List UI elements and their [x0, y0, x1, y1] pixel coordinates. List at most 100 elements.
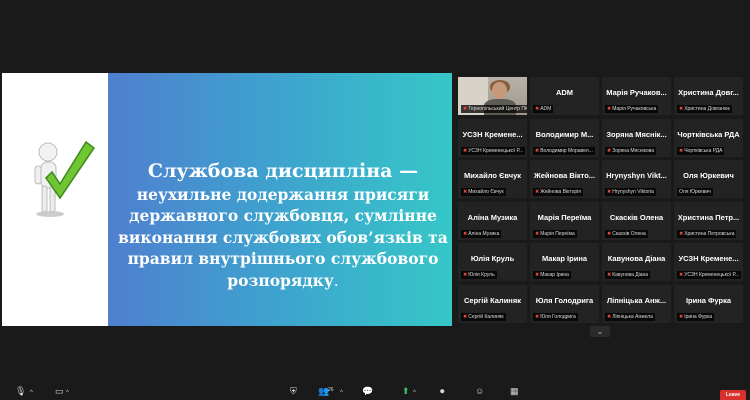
participant-name-label: ✖ Христина Довганюк — [677, 105, 732, 113]
participant-tile[interactable]: Юля Голодрига ✖ Юля Голодрига — [530, 284, 599, 323]
participant-display-name: Юля Голодрига — [535, 295, 594, 305]
participant-name-label: ✖ УСЗН Кременецької Р... — [677, 271, 742, 279]
mic-muted-icon: ✖ — [463, 147, 468, 154]
participant-tile[interactable]: ✖ Тернопільський Центр ПК — [458, 77, 527, 115]
participant-tile[interactable]: Макар Ірина ✖ Макар Ірина — [530, 243, 599, 281]
shared-slide: Службова дисципліна — неухильне додержан… — [2, 73, 452, 326]
participant-tile[interactable]: Чортківська РДА ✖ Чортківська РДА — [674, 118, 743, 157]
participant-tile[interactable]: Христина Петр... ✖ Христина Петровська — [674, 201, 743, 240]
participant-name-label: ✖ Тернопільський Центр ПК — [461, 105, 527, 113]
mic-muted-icon: ✖ — [463, 230, 468, 237]
participant-tile[interactable]: Сергій Калиняк ✖ Сергій Калиняк — [458, 284, 527, 323]
participant-display-name: Марія Переїма — [537, 212, 592, 222]
microphone-muted-icon[interactable]: 🎙 — [15, 386, 26, 396]
video-options-chevron-icon[interactable]: ^ — [66, 388, 69, 398]
participant-display-name: Hrynyshyn Vikt... — [606, 171, 667, 180]
participant-tile[interactable]: УСЗН Кремене... ✖ УСЗН Кременецької Р... — [458, 118, 527, 157]
participant-name-label: ✖ Володимир Моравел... — [533, 146, 595, 155]
participant-display-name: Зоряна Мяснік... — [606, 129, 667, 139]
share-screen-icon[interactable]: ⬆ — [402, 386, 410, 396]
participant-tile[interactable]: Марія Переїма ✖ Марія Переїма — [530, 201, 599, 240]
share-options-chevron-icon[interactable]: ^ — [413, 388, 416, 398]
participant-display-name: УСЗН Кремене... — [678, 254, 739, 263]
audio-options-chevron-icon[interactable]: ^ — [30, 388, 33, 398]
mic-muted-icon: ✖ — [535, 230, 540, 237]
participant-display-name: Аліна Музика — [467, 212, 518, 222]
participant-display-name: Володимир М... — [535, 129, 594, 139]
mic-muted-icon: ✖ — [535, 189, 540, 195]
participant-display-name: Жейнова Вікто... — [533, 171, 596, 180]
apps-icon[interactable]: ▦ — [510, 386, 519, 396]
checkmark-person-illustration — [34, 140, 96, 217]
chat-icon[interactable]: 💬 — [362, 386, 373, 396]
participant-display-name: Макар Ірина — [541, 254, 588, 263]
participant-name-label: ✖ Христина Петровська — [677, 229, 737, 238]
mic-muted-icon: ✖ — [607, 147, 612, 154]
participant-name-label: ✖ Марія Ручаковська — [605, 105, 659, 113]
leave-button[interactable]: Leave — [720, 390, 746, 400]
gallery-next-page-button[interactable]: ⌄ — [590, 326, 610, 337]
participant-display-name: Юлія Круль — [470, 254, 515, 263]
participant-display-name: Чортківська РДА — [677, 129, 740, 139]
mic-muted-icon: ✖ — [607, 272, 612, 278]
mic-muted-icon: ✖ — [463, 106, 468, 112]
participant-display-name: Христина Довг... — [678, 88, 739, 97]
participant-name-label: ✖ Сергій Калиняк — [461, 312, 506, 321]
participant-name-label: ✖ Аліна Музика — [461, 229, 502, 238]
participant-name-label: ✖ Жейнова Вікторія — [533, 188, 583, 196]
mic-muted-icon: ✖ — [463, 189, 468, 195]
participant-tile[interactable]: Жейнова Вікто... ✖ Жейнова Вікторія — [530, 160, 599, 198]
participant-display-name: Скаскiв Олена — [609, 212, 664, 222]
mic-muted-icon: ✖ — [535, 147, 540, 154]
participant-tile[interactable]: Ірина Фурка ✖ Ірина Фурка — [674, 284, 743, 323]
slide-image-panel — [2, 73, 108, 326]
participant-display-name: Христина Петр... — [677, 212, 740, 222]
participant-tile[interactable]: Аліна Музика ✖ Аліна Музика — [458, 201, 527, 240]
mic-muted-icon: ✖ — [535, 272, 540, 278]
security-shield-icon[interactable]: ⛨ — [290, 386, 297, 396]
participant-name-label: ✖ Зоряна Мяснікова — [605, 146, 657, 155]
participant-tile[interactable]: Марія Ручаков... ✖ Марія Ручаковська — [602, 77, 671, 115]
participant-name-label: ✖ ADM — [533, 105, 554, 113]
participant-tile[interactable]: Володимир М... ✖ Володимир Моравел... — [530, 118, 599, 157]
video-off-icon[interactable]: ▭ — [55, 386, 64, 396]
chevron-down-icon: ⌄ — [596, 327, 604, 336]
participant-tile[interactable]: Зоряна Мяснік... ✖ Зоряна Мяснікова — [602, 118, 671, 157]
participant-display-name: Ліпніцька Анж... — [606, 295, 667, 305]
meeting-toolbar: 🎙 ^ ▭ ^ ⛨ 👥 26 ^ 💬 ⬆ ^ ⏺ ☺ ▦ — [0, 384, 750, 400]
slide-definition-text: Службова дисципліна — неухильне додержан… — [118, 160, 448, 290]
reactions-icon[interactable]: ☺ — [475, 386, 484, 396]
participant-name-label: Оля Юркевич — [677, 188, 713, 196]
slide-text-panel: Службова дисципліна — неухильне додержан… — [108, 73, 452, 326]
participant-name-label: ✖ Михайло Євчук — [461, 188, 506, 196]
mic-muted-icon: ✖ — [607, 313, 612, 320]
mic-muted-icon: ✖ — [607, 106, 612, 112]
record-icon[interactable]: ⏺ — [440, 386, 445, 396]
participants-chevron-icon[interactable]: ^ — [340, 388, 343, 398]
mic-muted-icon: ✖ — [679, 272, 684, 278]
participant-name-label: ✖ Марія Переїма — [533, 229, 577, 238]
participant-tile[interactable]: Оля Юркевич Оля Юркевич — [674, 160, 743, 198]
participant-tile[interactable]: Ліпніцька Анж... ✖ Ліпніцька Анжела — [602, 284, 671, 323]
mic-muted-icon: ✖ — [463, 313, 468, 320]
participant-name-label: ✖ Скаскiв Олена — [605, 229, 648, 238]
participant-tile[interactable]: УСЗН Кремене... ✖ УСЗН Кременецької Р... — [674, 243, 743, 281]
participant-name-label: ✖ Чортківська РДА — [677, 146, 725, 155]
participant-gallery: ✖ Тернопільський Центр ПК ADM ✖ ADM Марія Руч… — [458, 77, 746, 327]
participant-tile[interactable]: ADM ✖ ADM — [530, 77, 599, 115]
participant-display-name: Михайло Євчук — [463, 171, 522, 180]
participant-tile[interactable]: Юлія Круль ✖ Юлія Круль — [458, 243, 527, 281]
participant-display-name: Марія Ручаков... — [606, 88, 667, 97]
participant-tile[interactable]: Hrynyshyn Vikt... ✖ Hrynyshyn Viktoria — [602, 160, 671, 198]
participant-tile[interactable]: Скаскiв Олена ✖ Скаскiв Олена — [602, 201, 671, 240]
participant-name-label: ✖ Hrynyshyn Viktoria — [605, 188, 656, 196]
mic-muted-icon: ✖ — [607, 230, 612, 237]
participant-display-name: ADM — [555, 88, 574, 97]
participant-name-label: ✖ Кавунова Діана — [605, 271, 651, 279]
participant-display-name: Сергій Калиняк — [464, 295, 521, 305]
participant-tile[interactable]: Христина Довг... ✖ Христина Довганюк — [674, 77, 743, 115]
participants-count: 26 — [328, 387, 334, 393]
participant-tile[interactable]: Кавунова Діана ✖ Кавунова Діана — [602, 243, 671, 281]
participant-tile[interactable]: Михайло Євчук ✖ Михайло Євчук — [458, 160, 527, 198]
participant-name-label: ✖ Юля Голодрига — [533, 312, 578, 321]
